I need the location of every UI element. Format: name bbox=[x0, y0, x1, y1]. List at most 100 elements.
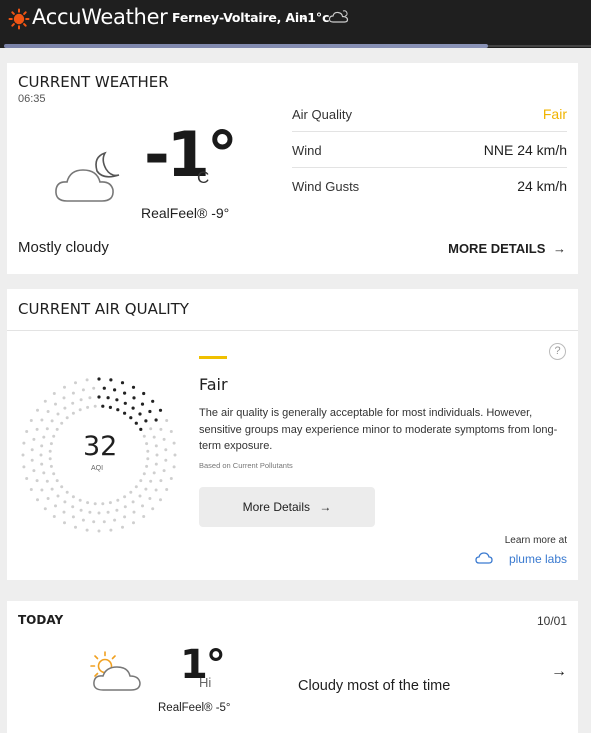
temperature-unit: C bbox=[197, 168, 210, 187]
accuweather-sun-icon[interactable] bbox=[8, 8, 30, 30]
aqi-dot bbox=[52, 472, 56, 476]
air-quality-more-details-button[interactable]: More Details → bbox=[199, 487, 375, 527]
aqi-dot bbox=[81, 388, 85, 392]
aqi-dot bbox=[162, 437, 166, 441]
detail-value: 24 km/h bbox=[517, 178, 567, 194]
aqi-dot bbox=[102, 520, 106, 524]
aqi-dot bbox=[123, 505, 127, 509]
aqi-dot bbox=[145, 464, 149, 468]
current-weather-card[interactable]: CURRENT WEATHER 06:35 -1° C RealFeel® -9… bbox=[7, 63, 578, 274]
button-label: More Details bbox=[242, 500, 310, 514]
aqi-dot-filled bbox=[144, 419, 148, 423]
aqi-dot bbox=[132, 521, 135, 525]
aqi-dot bbox=[30, 458, 34, 462]
aqi-dot bbox=[131, 500, 135, 504]
aqi-dot bbox=[25, 430, 29, 433]
forecast-date: 10/01 bbox=[536, 614, 567, 628]
aqi-dot bbox=[151, 507, 155, 511]
aqi-dot bbox=[32, 469, 36, 473]
aqi-dot bbox=[46, 497, 50, 500]
based-on-note: Based on Current Pollutants bbox=[199, 461, 293, 470]
aqi-dot bbox=[164, 448, 168, 452]
brand-logo[interactable]: AccuWeather bbox=[32, 5, 168, 29]
aqi-dot bbox=[88, 510, 92, 514]
header-location[interactable]: Ferney-Voltaire, Ain bbox=[172, 10, 308, 25]
aqi-dot bbox=[56, 494, 60, 498]
aqi-dot bbox=[155, 453, 159, 457]
air-quality-description: The air quality is generally acceptable … bbox=[199, 407, 558, 452]
aqi-dot bbox=[40, 444, 44, 448]
aqi-dot bbox=[35, 427, 39, 431]
card-title: CURRENT WEATHER bbox=[18, 73, 169, 91]
aqi-dot bbox=[97, 529, 101, 533]
cloud-icon bbox=[328, 10, 349, 23]
aqi-dot bbox=[129, 490, 133, 494]
aqi-dot bbox=[172, 441, 176, 445]
detail-label: Air Quality bbox=[292, 107, 352, 122]
header-temperature[interactable]: -1°c bbox=[302, 10, 330, 25]
aqi-dot bbox=[54, 504, 57, 508]
aqi-dot bbox=[93, 502, 97, 506]
detail-label: Wind Gusts bbox=[292, 179, 360, 194]
aqi-dot bbox=[159, 427, 163, 431]
today-phrase: Cloudy most of the time bbox=[298, 678, 451, 694]
aqi-dot bbox=[152, 435, 156, 439]
detail-value: Fair bbox=[542, 106, 567, 122]
aqi-dot bbox=[169, 477, 173, 480]
divider bbox=[7, 330, 578, 331]
detail-row-air-quality: Air Quality Fair bbox=[292, 96, 567, 132]
aqi-dot bbox=[149, 479, 153, 483]
aqi-dot bbox=[115, 508, 119, 512]
aqi-dot bbox=[45, 479, 49, 483]
detail-label: Wind bbox=[292, 143, 322, 158]
aqi-dot bbox=[49, 464, 53, 468]
aqi-dot bbox=[60, 421, 64, 425]
aqi-dot bbox=[50, 419, 54, 423]
more-details-label[interactable]: MORE DETAILS bbox=[448, 241, 545, 256]
aqi-dot bbox=[65, 490, 69, 494]
aqi-dot bbox=[78, 408, 82, 412]
plume-labs-link[interactable]: plume labs bbox=[509, 552, 567, 566]
plume-labs-logo-icon[interactable] bbox=[475, 551, 493, 565]
aqi-dot bbox=[71, 391, 75, 395]
aqi-dot bbox=[123, 515, 127, 519]
aqi-dot-filled bbox=[116, 408, 120, 412]
aqi-dot-filled bbox=[101, 404, 105, 408]
aqi-label: AQI bbox=[91, 465, 104, 472]
aqi-dot bbox=[144, 487, 148, 491]
help-icon[interactable]: ? bbox=[549, 343, 566, 360]
more-details-link[interactable]: MORE DETAILS → bbox=[448, 241, 566, 256]
card-title: CURRENT AIR QUALITY bbox=[18, 300, 189, 318]
arrow-right-icon[interactable]: → bbox=[551, 663, 567, 681]
aqi-dot bbox=[146, 449, 150, 453]
aqi-dot-filled bbox=[97, 395, 101, 399]
aqi-dot-filled bbox=[131, 406, 135, 410]
aqi-dot bbox=[142, 434, 146, 438]
aqi-dot bbox=[48, 457, 52, 461]
aqi-dot bbox=[62, 396, 66, 400]
aqi-dot bbox=[132, 510, 136, 514]
aqi-dot bbox=[71, 495, 75, 499]
card-title: TODAY bbox=[18, 613, 64, 627]
high-label: Hi bbox=[199, 675, 212, 690]
aqi-dot-filled bbox=[123, 411, 127, 415]
aqi-dot bbox=[159, 479, 163, 483]
aqi-dot bbox=[71, 505, 75, 509]
aqi-dot-filled bbox=[158, 408, 163, 412]
aqi-dot bbox=[162, 469, 166, 473]
aqi-dot bbox=[149, 427, 153, 431]
arrow-right-icon: → bbox=[553, 241, 566, 256]
aqi-dot bbox=[165, 488, 169, 491]
aqi-dot bbox=[63, 385, 66, 389]
aqi-dot-filled bbox=[131, 385, 136, 389]
aqi-dot bbox=[22, 465, 26, 469]
aqi-dot bbox=[79, 398, 83, 402]
aqi-dot bbox=[63, 500, 67, 504]
today-forecast-card[interactable]: TODAY 10/01 1° Hi RealFeel® -5° Cloudy m… bbox=[7, 601, 578, 733]
aqi-dot bbox=[139, 479, 143, 483]
aqi-dot bbox=[36, 408, 39, 412]
aqi-dot bbox=[52, 434, 56, 438]
aqi-dot bbox=[109, 528, 113, 532]
aqi-dot bbox=[36, 498, 39, 502]
aqi-dot-filled bbox=[115, 398, 119, 402]
